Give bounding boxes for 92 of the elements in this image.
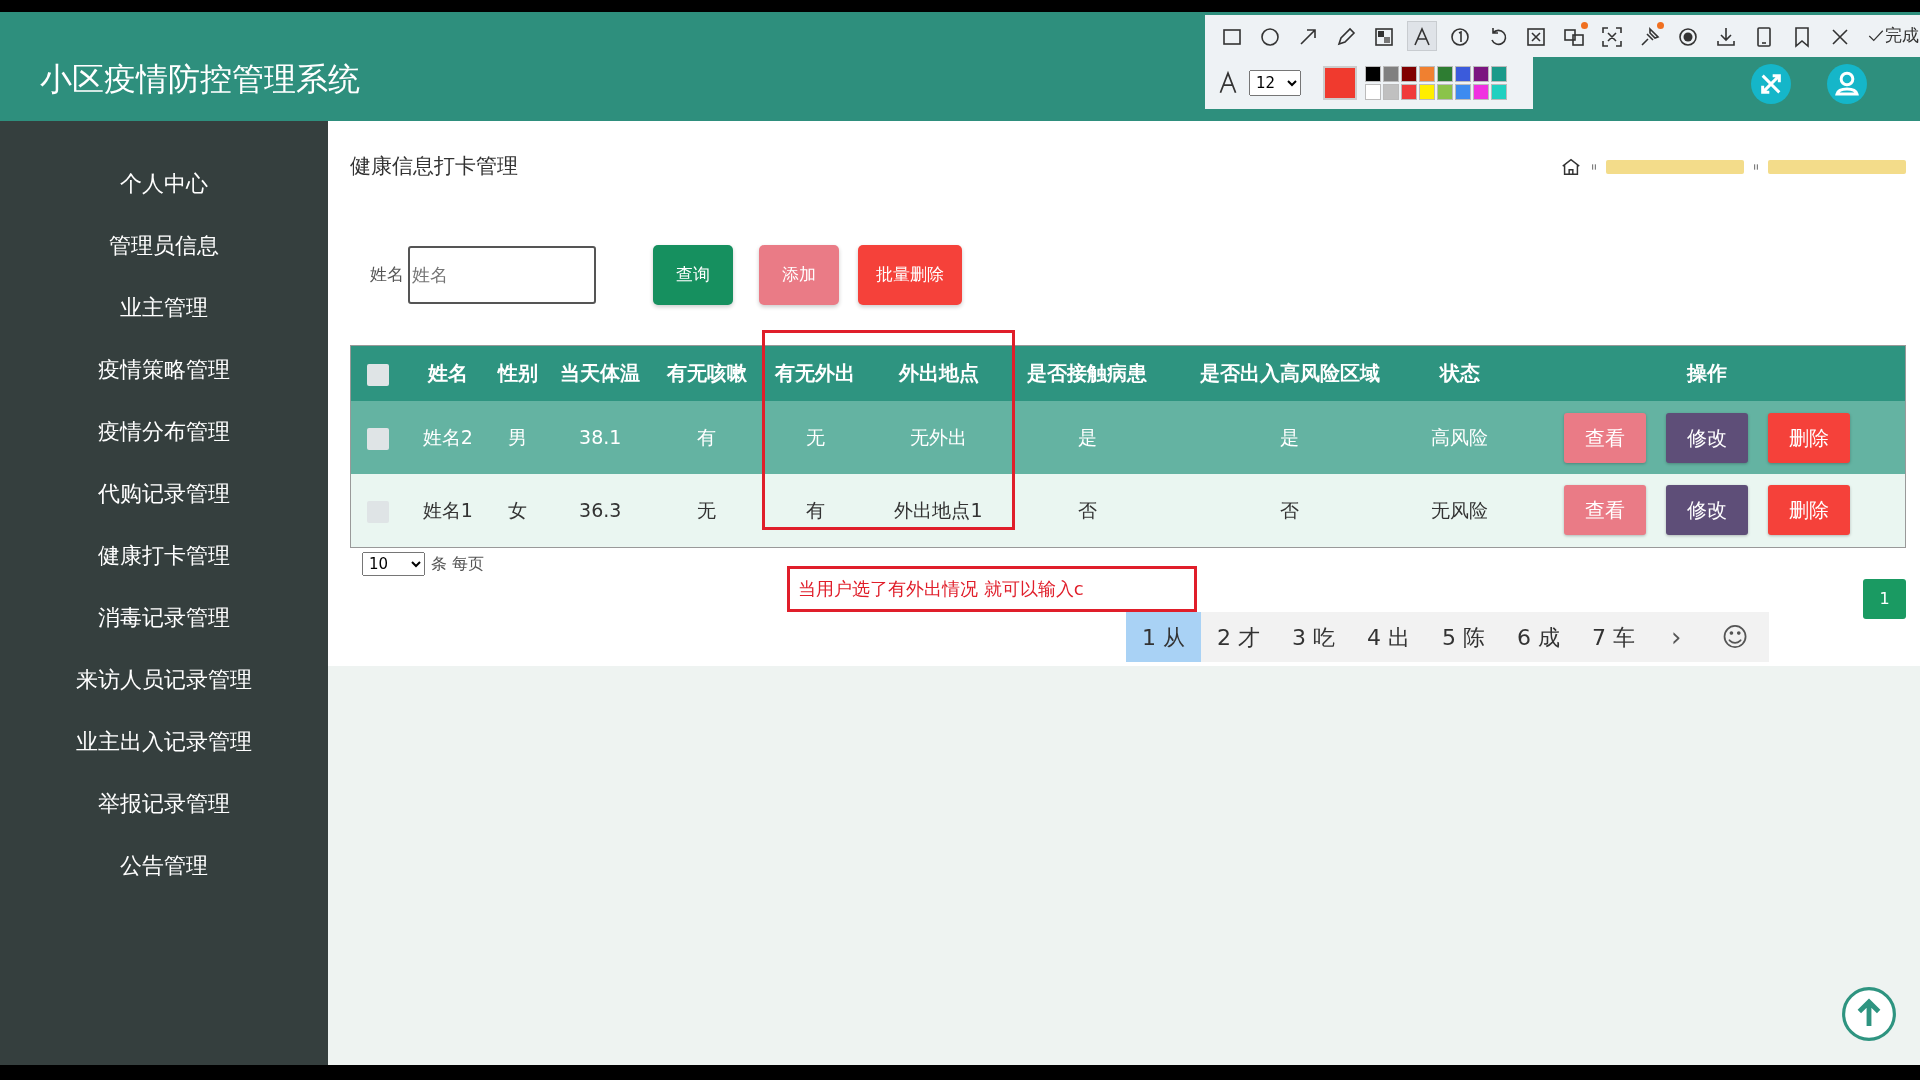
color-swatch[interactable] — [1365, 66, 1381, 82]
table-cell: 无外出 — [910, 426, 968, 449]
sidebar-item[interactable]: 管理员信息 — [103, 225, 225, 265]
color-swatch[interactable] — [1383, 66, 1399, 82]
sidebar-item[interactable]: 业主管理 — [114, 287, 214, 327]
batch-delete-button[interactable]: 批量删除 — [858, 244, 962, 305]
table-cell: 38.1 — [579, 426, 622, 449]
color-swatch[interactable] — [1473, 84, 1489, 100]
row-checkbox[interactable] — [367, 427, 390, 450]
scroll-top-icon[interactable] — [1840, 985, 1898, 1043]
sidebar-item[interactable]: 个人中心 — [114, 163, 214, 203]
color-swatch[interactable] — [1419, 66, 1435, 82]
sidebar-item[interactable]: 举报记录管理 — [92, 783, 236, 823]
edit-button[interactable]: 修改 — [1666, 485, 1749, 536]
column-header: 姓名 — [427, 361, 468, 386]
sidebar-item[interactable]: 疫情分布管理 — [92, 411, 236, 451]
select-all-checkbox[interactable] — [367, 363, 390, 386]
sidebar-item[interactable]: 公告管理 — [114, 845, 214, 885]
page-button[interactable]: 1 — [1863, 579, 1906, 619]
table-cell: 高风险 — [1431, 426, 1489, 449]
sidebar-item[interactable]: 业主出入记录管理 — [70, 721, 258, 761]
color-swatch[interactable] — [1365, 84, 1381, 100]
table-cell: 无风险 — [1431, 499, 1489, 521]
page-title: 健康信息打卡管理 — [350, 153, 518, 180]
ime-candidate[interactable]: 2 才 — [1201, 612, 1276, 662]
table-cell: 姓名1 — [422, 499, 473, 521]
column-header: 有无咳嗽 — [666, 361, 747, 386]
column-header: 是否出入高风险区域 — [1199, 361, 1380, 386]
table-cell: 无 — [697, 499, 717, 521]
color-swatch[interactable] — [1401, 66, 1417, 82]
ime-candidate[interactable]: 4 出 — [1351, 612, 1426, 662]
color-swatch[interactable] — [1437, 66, 1453, 82]
color-swatch[interactable] — [1491, 66, 1507, 82]
color-swatch[interactable] — [1437, 84, 1453, 100]
current-color-swatch[interactable] — [1323, 66, 1357, 100]
delete-button[interactable]: 删除 — [1768, 485, 1851, 536]
ime-candidate[interactable]: 1 从 — [1126, 612, 1201, 662]
table-cell: 否 — [1280, 499, 1300, 521]
annotation-text-box[interactable]: 当用户选了有外出情况 就可以输入c — [787, 566, 1197, 612]
table-cell: 是 — [1280, 426, 1300, 449]
delete-button[interactable]: 删除 — [1768, 412, 1851, 463]
table-cell: 36.3 — [579, 499, 622, 521]
sidebar-item[interactable]: 来访人员记录管理 — [70, 659, 258, 699]
table-cell: 姓名2 — [422, 426, 473, 449]
name-search-field[interactable]: 姓名 — [408, 245, 596, 304]
table-cell: 外出地点1 — [894, 499, 983, 521]
color-swatch[interactable] — [1401, 84, 1417, 100]
color-swatch[interactable] — [1383, 84, 1399, 100]
column-header: 外出地点 — [898, 361, 979, 386]
page-size-select[interactable]: 10 — [362, 551, 425, 576]
user-icon[interactable] — [1827, 64, 1867, 104]
page-size-label: 条 每页 — [431, 552, 485, 575]
color-swatch[interactable] — [1473, 66, 1489, 82]
table-cell: 无 — [805, 426, 825, 449]
table-row[interactable]: 姓名2 男 38.1 有 无 无外出 是 是 高风险 查看 修改 删除 — [350, 401, 1906, 474]
column-header: 当天体温 — [560, 361, 641, 386]
ime-candidate[interactable]: 7 车 — [1576, 612, 1651, 662]
color-swatch[interactable] — [1491, 84, 1507, 100]
column-header: 有无外出 — [775, 361, 856, 386]
column-header: 性别 — [497, 361, 538, 386]
table-cell: 女 — [508, 499, 528, 521]
notification-dot — [1581, 22, 1588, 29]
emoji-button[interactable]: ☺ — [1701, 617, 1769, 657]
search-label: 姓名 — [370, 262, 404, 286]
font-size-select[interactable]: 12 — [1249, 70, 1301, 96]
table-row[interactable]: 姓名1 女 36.3 无 有 外出地点1 否 否 无风险 查看 修改 删除 — [350, 474, 1906, 547]
app-title: 小区疫情防控管理系统 — [40, 58, 360, 100]
sidebar-item[interactable]: 疫情策略管理 — [92, 349, 236, 389]
ime-candidate[interactable]: 5 陈 — [1426, 612, 1501, 662]
next-page-arrow[interactable]: › — [1651, 617, 1702, 657]
scan-icon[interactable] — [1600, 24, 1624, 49]
sidebar-item[interactable]: 消毒记录管理 — [92, 597, 236, 637]
table-cell: 有 — [697, 426, 717, 449]
column-header: 操作 — [1687, 361, 1728, 386]
table-cell: 是 — [1077, 426, 1097, 449]
table-cell: 有 — [805, 499, 825, 521]
notification-dot — [1657, 22, 1664, 29]
sidebar-item[interactable]: 健康打卡管理 — [92, 535, 236, 575]
edit-button[interactable]: 修改 — [1666, 412, 1749, 463]
ime-candidate[interactable]: 6 成 — [1501, 612, 1576, 662]
ime-candidate[interactable]: 3 吃 — [1276, 612, 1351, 662]
color-swatch[interactable] — [1419, 84, 1435, 100]
table-cell: 男 — [508, 426, 528, 449]
query-button[interactable]: 查询 — [653, 244, 733, 305]
sidebar-item[interactable]: 代购记录管理 — [92, 473, 236, 513]
done-button[interactable]: 完成 — [1863, 23, 1920, 49]
column-header: 是否接触病患 — [1027, 361, 1148, 386]
color-swatch[interactable] — [1455, 84, 1471, 100]
color-swatch[interactable] — [1455, 66, 1471, 82]
table-cell: 否 — [1077, 499, 1097, 521]
column-header: 状态 — [1439, 361, 1480, 386]
shuffle-icon[interactable] — [1751, 64, 1791, 104]
